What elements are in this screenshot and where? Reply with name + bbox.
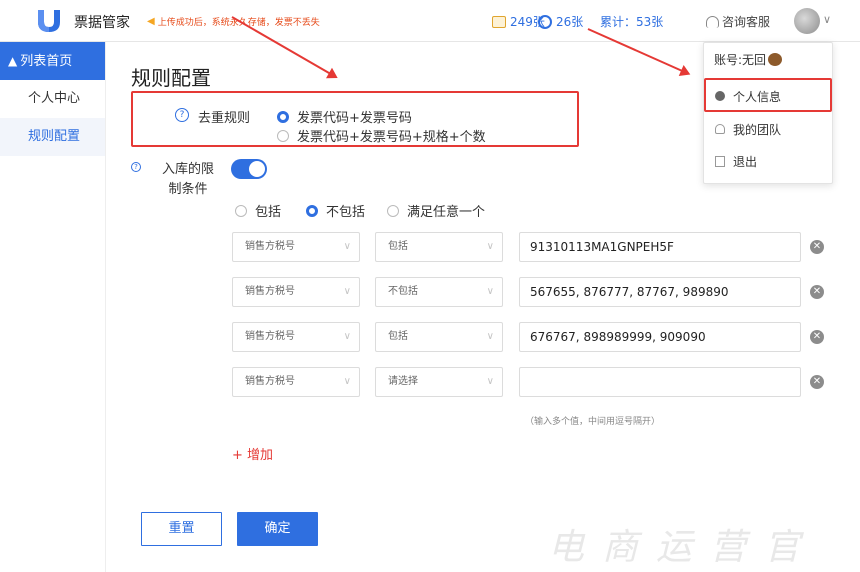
rule-value-input[interactable]: 676767, 898989999, 909090: [519, 322, 801, 352]
sidebar-item-profile[interactable]: 个人中心: [0, 80, 105, 118]
chevron-down-icon: ∨: [486, 376, 494, 387]
rule-field-select[interactable]: 销售方税号 ∨: [232, 277, 360, 307]
rule-value-input[interactable]: 91310113MA1GNPEH5F: [519, 232, 801, 262]
app-name: 票据管家: [74, 15, 130, 31]
avatar[interactable]: [794, 8, 820, 34]
rule-op-select[interactable]: 包括 ∨: [375, 232, 503, 262]
menu-item-team[interactable]: 我的团队: [704, 113, 832, 145]
reset-button[interactable]: 重置: [141, 512, 222, 546]
chevron-down-icon: ∨: [486, 241, 494, 252]
rule-op-value: 包括: [388, 241, 408, 252]
sidebar-item-rules[interactable]: 规则配置: [0, 118, 105, 156]
delete-rule-icon[interactable]: ✕: [810, 375, 824, 389]
delete-rule-icon[interactable]: ✕: [810, 285, 824, 299]
invoice-icon: [492, 15, 506, 28]
page-title: 规则配置: [131, 66, 211, 90]
chevron-down-icon: ∨: [343, 331, 351, 342]
top-bar: 票据管家 ◀ 上传成功后，系统永久存储，发票不丢失 249张 26张 累计：53…: [0, 0, 860, 42]
menu-item-logout[interactable]: 退出: [704, 145, 832, 177]
total-stat: 累计：53张: [600, 13, 663, 30]
rule-field-value: 销售方税号: [245, 376, 295, 387]
delete-rule-icon[interactable]: ✕: [810, 330, 824, 344]
user-menu: 账号:无回 个人信息 我的团队 退出: [703, 42, 833, 184]
search-count: 26张: [556, 15, 584, 29]
rule-field-value: 销售方税号: [245, 331, 295, 342]
rule-field-value: 销售方税号: [245, 241, 295, 252]
logout-icon: [715, 155, 725, 167]
sidebar-item-label: 个人中心: [28, 91, 81, 106]
mode-label: 包括: [255, 205, 282, 220]
rule-field-select[interactable]: 销售方税号 ∨: [232, 322, 360, 352]
customer-service-button[interactable]: 咨询客服: [706, 13, 770, 30]
add-rule-link[interactable]: + 增加: [232, 444, 273, 463]
sidebar-item-label: 规则配置: [28, 129, 81, 144]
headset-icon: [706, 15, 719, 28]
mode-label: 不包括: [326, 205, 366, 220]
team-icon: [715, 124, 725, 134]
menu-item-label: 我的团队: [733, 122, 782, 137]
mode-label: 满足任意一个: [407, 205, 486, 220]
help-icon[interactable]: ?: [131, 162, 141, 172]
rule-op-select[interactable]: 包括 ∨: [375, 322, 503, 352]
multi-value-hint: （输入多个值，中间用逗号隔开）: [525, 417, 661, 427]
confirm-button[interactable]: 确定: [237, 512, 318, 546]
mode-exclude[interactable]: 不包括: [306, 201, 365, 220]
sidebar-item-label: 列表首页: [20, 54, 73, 69]
chevron-down-icon: ∨: [343, 286, 351, 297]
rule-op-select[interactable]: 不包括 ∨: [375, 277, 503, 307]
chevron-down-icon: ∨: [486, 331, 494, 342]
chevron-down-icon: ∨: [343, 376, 351, 387]
radio-unselected[interactable]: [387, 204, 399, 217]
menu-item-label: 退出: [733, 154, 758, 169]
radio-unselected[interactable]: [235, 204, 247, 217]
mode-include[interactable]: 包括: [235, 201, 281, 220]
total-count: 累计：53张: [600, 15, 664, 29]
chevron-down-icon: ∨: [486, 286, 494, 297]
chevron-down-icon[interactable]: ∨: [823, 13, 831, 26]
stock-condition-label: 入库的限制条件: [161, 162, 214, 197]
rule-value-input[interactable]: [519, 367, 801, 397]
delete-rule-icon[interactable]: ✕: [810, 240, 824, 254]
invoice-count-stat[interactable]: 249张: [492, 13, 545, 30]
rule-op-value: 请选择: [388, 376, 418, 387]
search-count-stat[interactable]: 26张: [538, 13, 583, 30]
dedup-highlight-box: [131, 91, 579, 147]
account-name: 账号:无回: [714, 51, 783, 68]
sidebar: ▲ 列表首页 个人中心 规则配置: [0, 42, 106, 572]
rule-field-value: 销售方税号: [245, 286, 295, 297]
stock-condition-toggle[interactable]: [231, 159, 267, 179]
rule-op-value: 不包括: [388, 286, 418, 297]
rule-value-input[interactable]: 567655, 876777, 87767, 989890: [519, 277, 801, 307]
sidebar-item-home[interactable]: ▲ 列表首页: [0, 42, 105, 80]
monkey-emoji-icon: [768, 53, 783, 66]
rule-field-select[interactable]: 销售方税号 ∨: [232, 367, 360, 397]
speaker-icon: ◀: [147, 16, 155, 27]
mode-any[interactable]: 满足任意一个: [387, 201, 485, 220]
customer-service-label: 咨询客服: [722, 15, 771, 29]
home-icon: ▲: [8, 54, 18, 68]
rule-op-select[interactable]: 请选择 ∨: [375, 367, 503, 397]
toggle-knob: [249, 161, 265, 177]
profile-highlight-box: [704, 78, 832, 112]
account-label: 账号:无回: [714, 53, 767, 67]
radio-selected[interactable]: [306, 204, 318, 217]
rule-field-select[interactable]: 销售方税号 ∨: [232, 232, 360, 262]
search-icon: [538, 14, 552, 29]
chevron-down-icon: ∨: [343, 241, 351, 252]
watermark: 电商运营官: [548, 527, 819, 568]
app-logo-icon: [38, 10, 60, 32]
rule-op-value: 包括: [388, 331, 408, 342]
